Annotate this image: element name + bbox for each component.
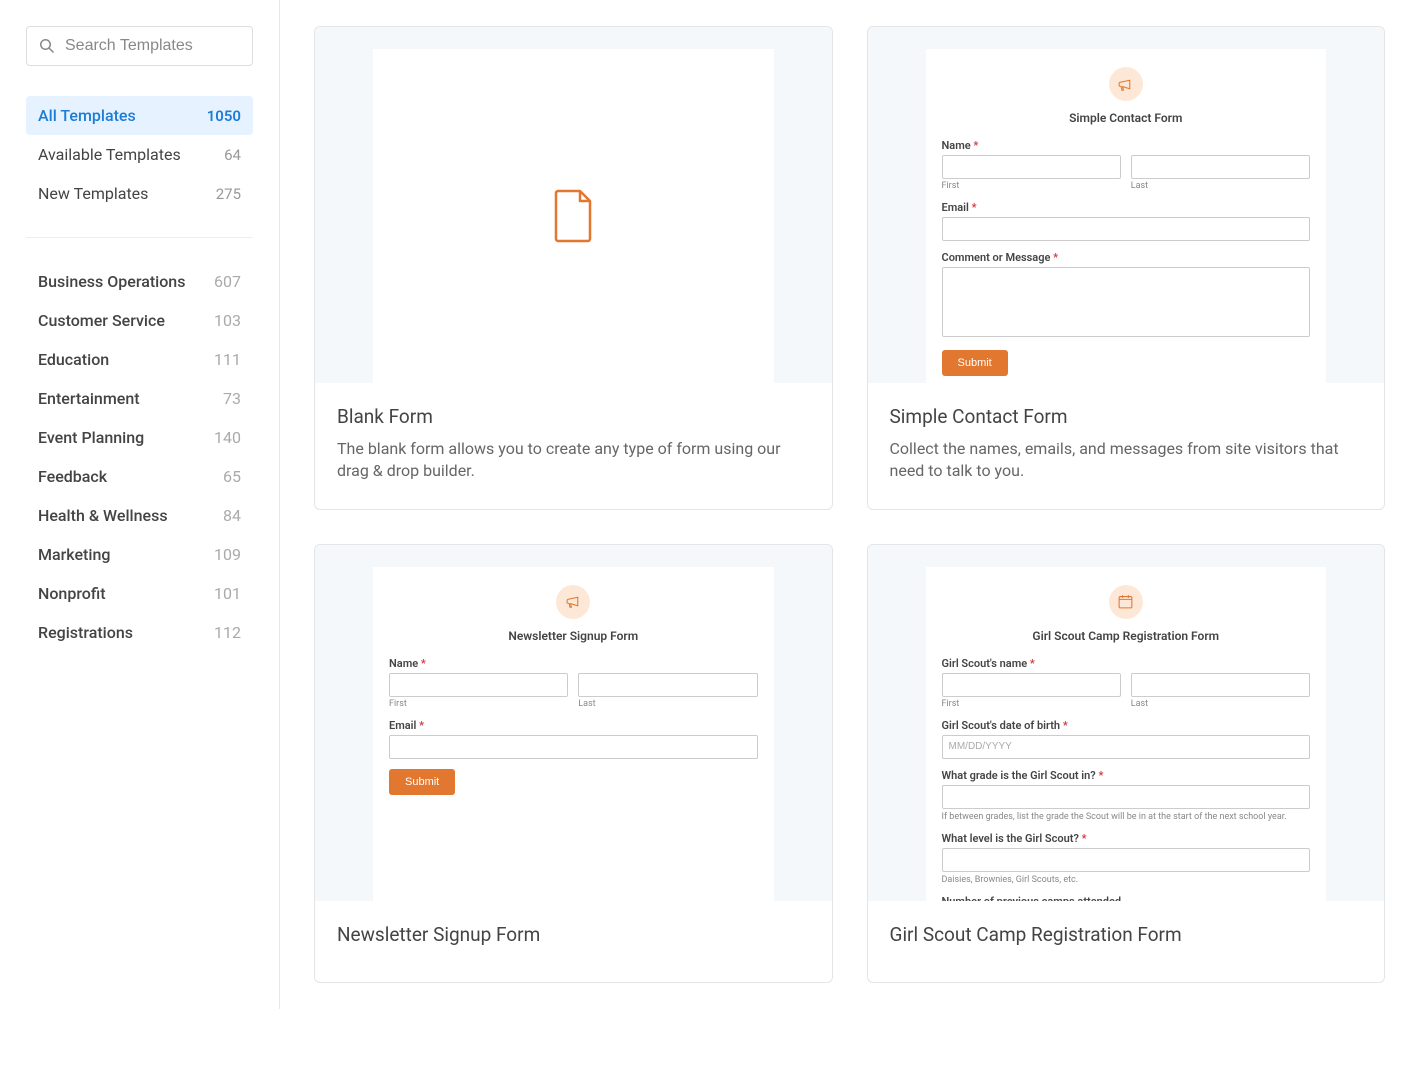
category-feedback[interactable]: Feedback 65 — [26, 457, 253, 496]
template-title: Simple Contact Form — [890, 405, 1363, 428]
category-count: 111 — [214, 350, 241, 369]
filter-all-templates[interactable]: All Templates 1050 — [26, 96, 253, 135]
preview-input — [1131, 673, 1310, 697]
template-card-blank[interactable]: Blank Form The blank form allows you to … — [314, 26, 833, 510]
template-body: Girl Scout Camp Registration Form — [868, 901, 1385, 982]
filter-label: All Templates — [38, 106, 136, 125]
template-grid: Blank Form The blank form allows you to … — [314, 26, 1385, 983]
preview-textarea — [942, 267, 1311, 337]
category-business-operations[interactable]: Business Operations 607 — [26, 262, 253, 301]
category-label: Customer Service — [38, 311, 165, 330]
preview-input — [578, 673, 757, 697]
filter-count: 1050 — [207, 107, 241, 125]
filter-available-templates[interactable]: Available Templates 64 — [26, 135, 253, 174]
preview-input — [1131, 155, 1310, 179]
template-title: Newsletter Signup Form — [337, 923, 810, 946]
filter-label: New Templates — [38, 184, 148, 203]
template-preview: Simple Contact Form Name * First Last Em… — [868, 27, 1385, 383]
category-label: Marketing — [38, 545, 110, 564]
filter-new-templates[interactable]: New Templates 275 — [26, 174, 253, 213]
category-nonprofit[interactable]: Nonprofit 101 — [26, 574, 253, 613]
divider — [26, 237, 253, 238]
category-count: 84 — [223, 506, 241, 525]
category-marketing[interactable]: Marketing 109 — [26, 535, 253, 574]
category-education[interactable]: Education 111 — [26, 340, 253, 379]
category-label: Event Planning — [38, 428, 144, 447]
calendar-icon — [1109, 585, 1143, 619]
filter-count: 275 — [216, 185, 241, 203]
category-count: 65 — [223, 467, 241, 486]
search-box[interactable] — [26, 26, 253, 66]
preview-input — [942, 785, 1311, 809]
search-input[interactable] — [65, 37, 240, 55]
category-count: 103 — [214, 311, 241, 330]
preview-input — [942, 848, 1311, 872]
category-label: Business Operations — [38, 272, 185, 291]
template-preview: Girl Scout Camp Registration Form Girl S… — [868, 545, 1385, 901]
template-title: Blank Form — [337, 405, 810, 428]
template-title: Girl Scout Camp Registration Form — [890, 923, 1363, 946]
category-entertainment[interactable]: Entertainment 73 — [26, 379, 253, 418]
category-registrations[interactable]: Registrations 112 — [26, 613, 253, 652]
category-label: Health & Wellness — [38, 506, 168, 525]
megaphone-icon — [1109, 67, 1143, 101]
category-count: 140 — [214, 428, 241, 447]
category-label: Education — [38, 350, 109, 369]
category-event-planning[interactable]: Event Planning 140 — [26, 418, 253, 457]
category-list: Business Operations 607 Customer Service… — [0, 262, 279, 652]
sidebar: All Templates 1050 Available Templates 6… — [0, 0, 280, 1009]
category-label: Entertainment — [38, 389, 140, 408]
category-count: 109 — [214, 545, 241, 564]
template-preview — [315, 27, 832, 383]
template-desc: Collect the names, emails, and messages … — [890, 438, 1363, 483]
template-body: Blank Form The blank form allows you to … — [315, 383, 832, 509]
search-icon — [39, 38, 55, 54]
main-content: Blank Form The blank form allows you to … — [280, 0, 1419, 1009]
category-count: 112 — [214, 623, 241, 642]
category-customer-service[interactable]: Customer Service 103 — [26, 301, 253, 340]
template-card-simple-contact[interactable]: Simple Contact Form Name * First Last Em… — [867, 26, 1386, 510]
filter-label: Available Templates — [38, 145, 181, 164]
template-card-girlscout[interactable]: Girl Scout Camp Registration Form Girl S… — [867, 544, 1386, 983]
preview-submit-button: Submit — [389, 769, 455, 795]
category-count: 73 — [223, 389, 241, 408]
blank-file-icon — [552, 189, 594, 243]
template-body: Simple Contact Form Collect the names, e… — [868, 383, 1385, 509]
megaphone-icon — [556, 585, 590, 619]
preview-input — [942, 217, 1311, 241]
preview-input — [389, 735, 758, 759]
preview-title: Girl Scout Camp Registration Form — [942, 629, 1311, 643]
category-label: Feedback — [38, 467, 107, 486]
filter-list: All Templates 1050 Available Templates 6… — [0, 96, 279, 213]
preview-title: Simple Contact Form — [942, 111, 1311, 125]
filter-count: 64 — [224, 146, 241, 164]
preview-input — [942, 673, 1121, 697]
template-body: Newsletter Signup Form — [315, 901, 832, 982]
preview-input — [389, 673, 568, 697]
category-count: 101 — [214, 584, 241, 603]
preview-input — [942, 735, 1311, 759]
template-card-newsletter[interactable]: Newsletter Signup Form Name * First Last… — [314, 544, 833, 983]
category-label: Registrations — [38, 623, 133, 642]
preview-submit-button: Submit — [942, 350, 1008, 376]
category-label: Nonprofit — [38, 584, 106, 603]
template-desc: The blank form allows you to create any … — [337, 438, 810, 483]
category-health-wellness[interactable]: Health & Wellness 84 — [26, 496, 253, 535]
category-count: 607 — [214, 272, 241, 291]
preview-title: Newsletter Signup Form — [389, 629, 758, 643]
preview-input — [942, 155, 1121, 179]
template-preview: Newsletter Signup Form Name * First Last… — [315, 545, 832, 901]
